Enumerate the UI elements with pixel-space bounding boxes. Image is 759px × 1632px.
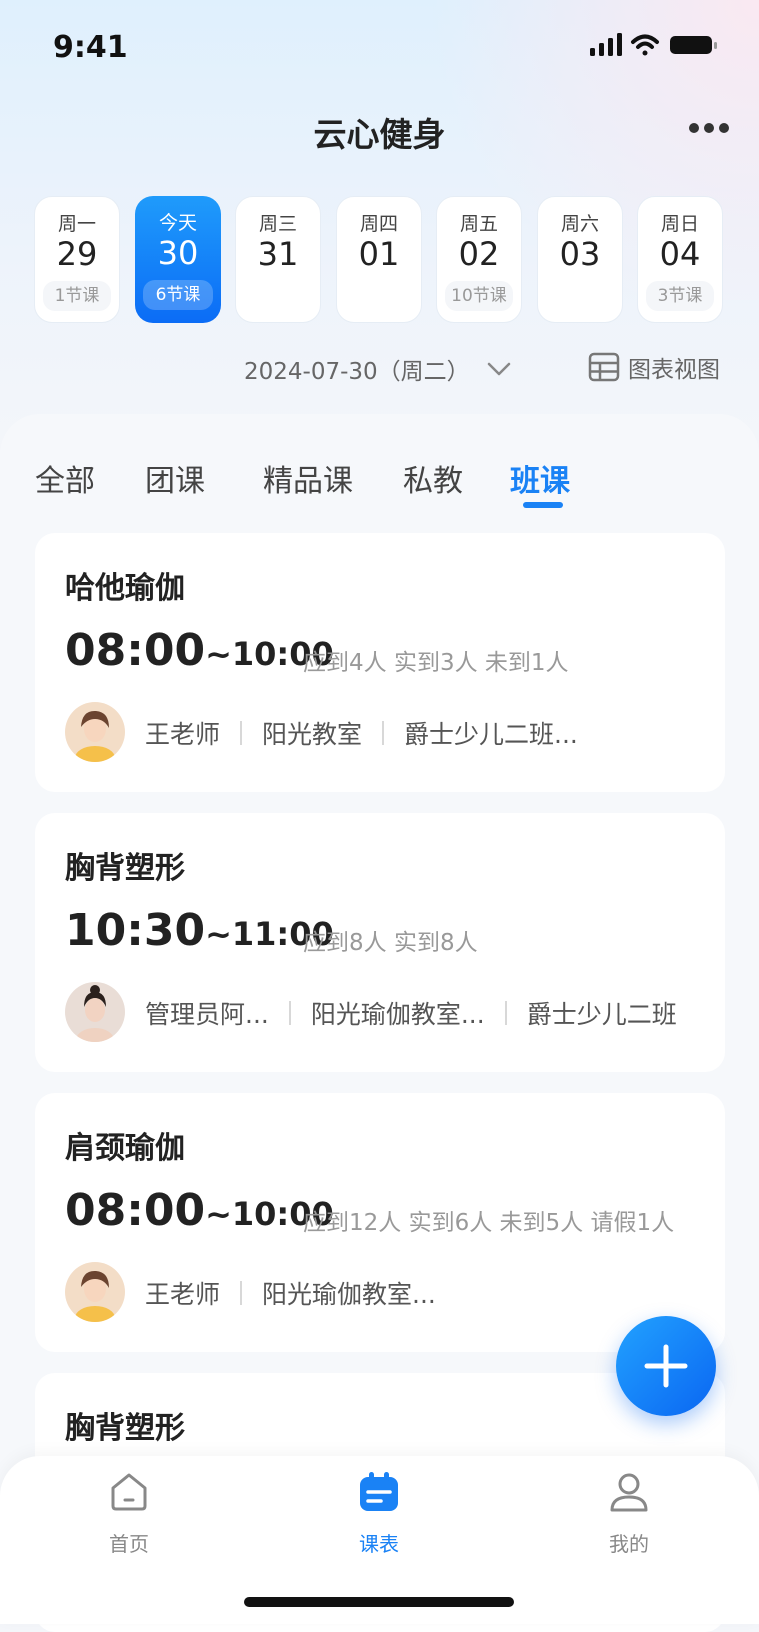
day-date: 03	[559, 235, 601, 273]
course-meta: 王老师 阳光教室 爵士少儿二班...	[145, 715, 578, 751]
day-date: 02	[458, 235, 500, 273]
day-date: 30	[157, 234, 199, 272]
teacher-name: 王老师	[145, 1280, 221, 1309]
calendar-icon	[360, 1472, 398, 1511]
course-name: 哈他瑜伽	[65, 571, 185, 606]
class-name: 爵士少儿二班...	[404, 720, 578, 749]
nav-home[interactable]: 首页	[69, 1470, 189, 1557]
nav-schedule[interactable]: 课表	[319, 1470, 439, 1557]
category-tabs: 全部 团课 精品课 私教 班课	[0, 440, 759, 510]
day-weekday: 周六	[560, 213, 599, 235]
day-course-count: 10节课	[445, 281, 513, 311]
teacher-avatar	[65, 982, 125, 1042]
tab-premium-class[interactable]: 精品课	[263, 456, 353, 500]
day-weekday: 周四	[359, 213, 398, 235]
teacher-name: 王老师	[145, 720, 221, 749]
day-cell-sat[interactable]: 周六 03	[537, 196, 623, 323]
signal-icon	[590, 33, 622, 56]
room-name: 阳光教室	[262, 720, 363, 749]
course-time: 08:00~10:00	[65, 1185, 334, 1236]
attendance-stats: 应到12人 实到6人 未到5人 请假1人	[303, 1210, 675, 1236]
day-course-count: 1节课	[43, 281, 111, 311]
day-course-count: 6节课	[143, 280, 213, 310]
course-card[interactable]: 胸背塑形 10:30~11:00 应到8人 实到8人 管理员阿... 阳光瑜伽教…	[35, 813, 725, 1072]
day-weekday: 今天	[158, 212, 197, 234]
home-icon	[111, 1473, 147, 1511]
divider	[240, 721, 243, 745]
wifi-icon	[631, 34, 659, 56]
course-name: 肩颈瑜伽	[65, 1131, 185, 1166]
day-date: 29	[56, 235, 98, 273]
nav-profile[interactable]: 我的	[569, 1470, 689, 1557]
chevron-down-icon[interactable]	[486, 356, 512, 382]
room-name: 阳光瑜伽教室...	[310, 1000, 485, 1029]
day-cell-fri[interactable]: 周五 02 10节课	[436, 196, 522, 323]
tab-group-class[interactable]: 团课	[145, 456, 205, 500]
day-cell-mon[interactable]: 周一 29 1节课	[34, 196, 120, 323]
battery-icon	[670, 36, 717, 54]
day-weekday: 周一	[57, 213, 96, 235]
course-card[interactable]: 哈他瑜伽 08:00~10:00 应到4人 实到3人 未到1人 王老师 阳光教室…	[35, 533, 725, 792]
class-name: 爵士少儿二班	[526, 1000, 677, 1029]
user-icon	[610, 1473, 648, 1512]
day-cell-thu[interactable]: 周四 01	[336, 196, 422, 323]
attendance-stats: 应到8人 实到8人	[303, 930, 478, 956]
course-meta: 王老师 阳光瑜伽教室...	[145, 1275, 436, 1311]
more-icon[interactable]	[688, 120, 730, 136]
divider	[288, 1001, 291, 1025]
day-weekday: 周日	[660, 213, 699, 235]
room-name: 阳光瑜伽教室...	[262, 1280, 436, 1309]
table-grid-icon	[588, 352, 620, 382]
day-cell-sun[interactable]: 周日 04 3节课	[637, 196, 723, 323]
teacher-avatar	[65, 1262, 125, 1322]
divider	[382, 721, 385, 745]
course-meta: 管理员阿... 阳光瑜伽教室... 爵士少儿二班	[145, 995, 677, 1031]
day-course-count: 3节课	[646, 281, 714, 311]
tab-private-training[interactable]: 私教	[403, 456, 463, 500]
day-weekday: 周五	[459, 213, 498, 235]
nav-schedule-label: 课表	[359, 1532, 399, 1556]
day-cell-wed[interactable]: 周三 31	[235, 196, 321, 323]
course-time: 10:30~11:00	[65, 905, 334, 956]
day-cell-today[interactable]: 今天 30 6节课	[135, 196, 221, 323]
page-title: 云心健身	[313, 115, 446, 154]
home-indicator	[244, 1597, 514, 1607]
nav-home-label: 首页	[109, 1532, 149, 1556]
course-start-time: 08:00	[65, 625, 206, 676]
tab-class-course[interactable]: 班课	[510, 456, 570, 500]
date-selector-label[interactable]: 2024-07-30（周二）	[244, 352, 470, 386]
divider	[240, 1281, 243, 1305]
add-course-button[interactable]	[616, 1316, 716, 1416]
course-name: 胸背塑形	[65, 851, 185, 886]
nav-profile-label: 我的	[609, 1532, 649, 1556]
course-start-time: 08:00	[65, 1185, 206, 1236]
tab-active-indicator	[523, 502, 563, 508]
attendance-stats: 应到4人 实到3人 未到1人	[303, 650, 569, 676]
teacher-name: 管理员阿...	[145, 1000, 269, 1029]
course-card[interactable]: 肩颈瑜伽 08:00~10:00 应到12人 实到6人 未到5人 请假1人 王老…	[35, 1093, 725, 1352]
status-icons	[590, 33, 717, 56]
day-date: 04	[659, 235, 701, 273]
day-weekday: 周三	[258, 213, 297, 235]
plus-icon	[644, 1344, 688, 1388]
divider	[504, 1001, 507, 1025]
chart-view-label: 图表视图	[628, 357, 720, 383]
teacher-avatar	[65, 702, 125, 762]
tab-all[interactable]: 全部	[35, 456, 95, 500]
status-time: 9:41	[53, 30, 128, 65]
course-time: 08:00~10:00	[65, 625, 334, 676]
chart-view-button[interactable]: 图表视图	[588, 350, 720, 384]
day-date: 01	[358, 235, 400, 273]
course-start-time: 10:30	[65, 905, 206, 956]
course-name: 胸背塑形	[65, 1411, 185, 1446]
day-date: 31	[257, 235, 299, 273]
